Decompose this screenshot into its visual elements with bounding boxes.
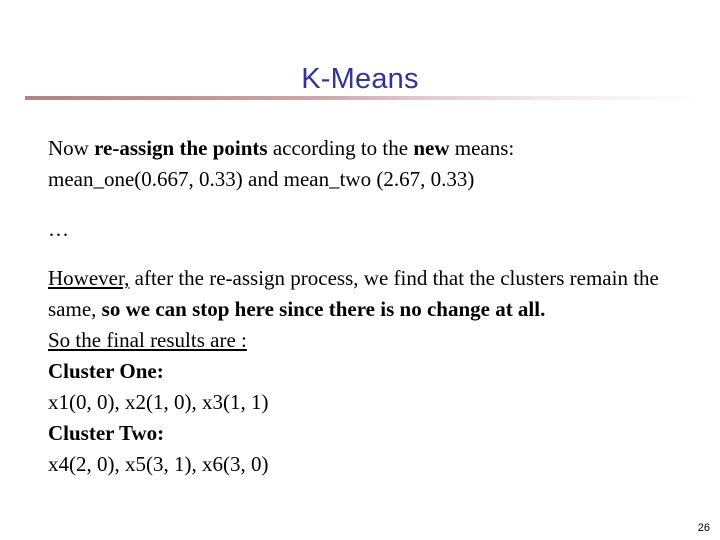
page-number: 26 (697, 522, 710, 534)
body-line-cluster-two-heading: Cluster Two: (48, 421, 165, 445)
body-line-cluster-one-points: x1(0, 0), x2(1, 0), x3(1, 1) (48, 390, 269, 414)
slide-title-block: K-Means (0, 62, 720, 110)
title-divider-rule (25, 96, 690, 100)
text-according-to-the: according to the (267, 136, 414, 160)
text-reassign-the-points: re-assign the points (94, 136, 268, 160)
text-stop-here-no-change: so we can stop here since there is no ch… (101, 297, 546, 321)
body-line-cluster-two-points: x4(2, 0), x5(3, 1), x6(3, 0) (48, 452, 269, 476)
body-line-ellipsis: … (48, 217, 70, 241)
slide-body: Now re-assign the points according to th… (48, 133, 698, 480)
text-means: means: (449, 136, 515, 160)
text-now: Now (48, 136, 95, 160)
body-line-reassign: Now re-assign the points according to th… (48, 133, 698, 164)
text-so-the-final-results-are: So the final results are : (48, 328, 247, 352)
page-title: K-Means (301, 63, 419, 95)
text-new: new (413, 136, 450, 160)
slide-canvas: K-Means Now re-assign the points accordi… (0, 0, 720, 540)
body-line-however: However, after the re-assign process, we… (48, 263, 698, 325)
body-line-cluster-one-heading: Cluster One: (48, 359, 164, 383)
text-however: However, (48, 266, 130, 290)
body-line-means-values: mean_one(0.667, 0.33) and mean_two (2.67… (48, 167, 475, 191)
body-line-final-results: So the final results are : (48, 325, 698, 356)
